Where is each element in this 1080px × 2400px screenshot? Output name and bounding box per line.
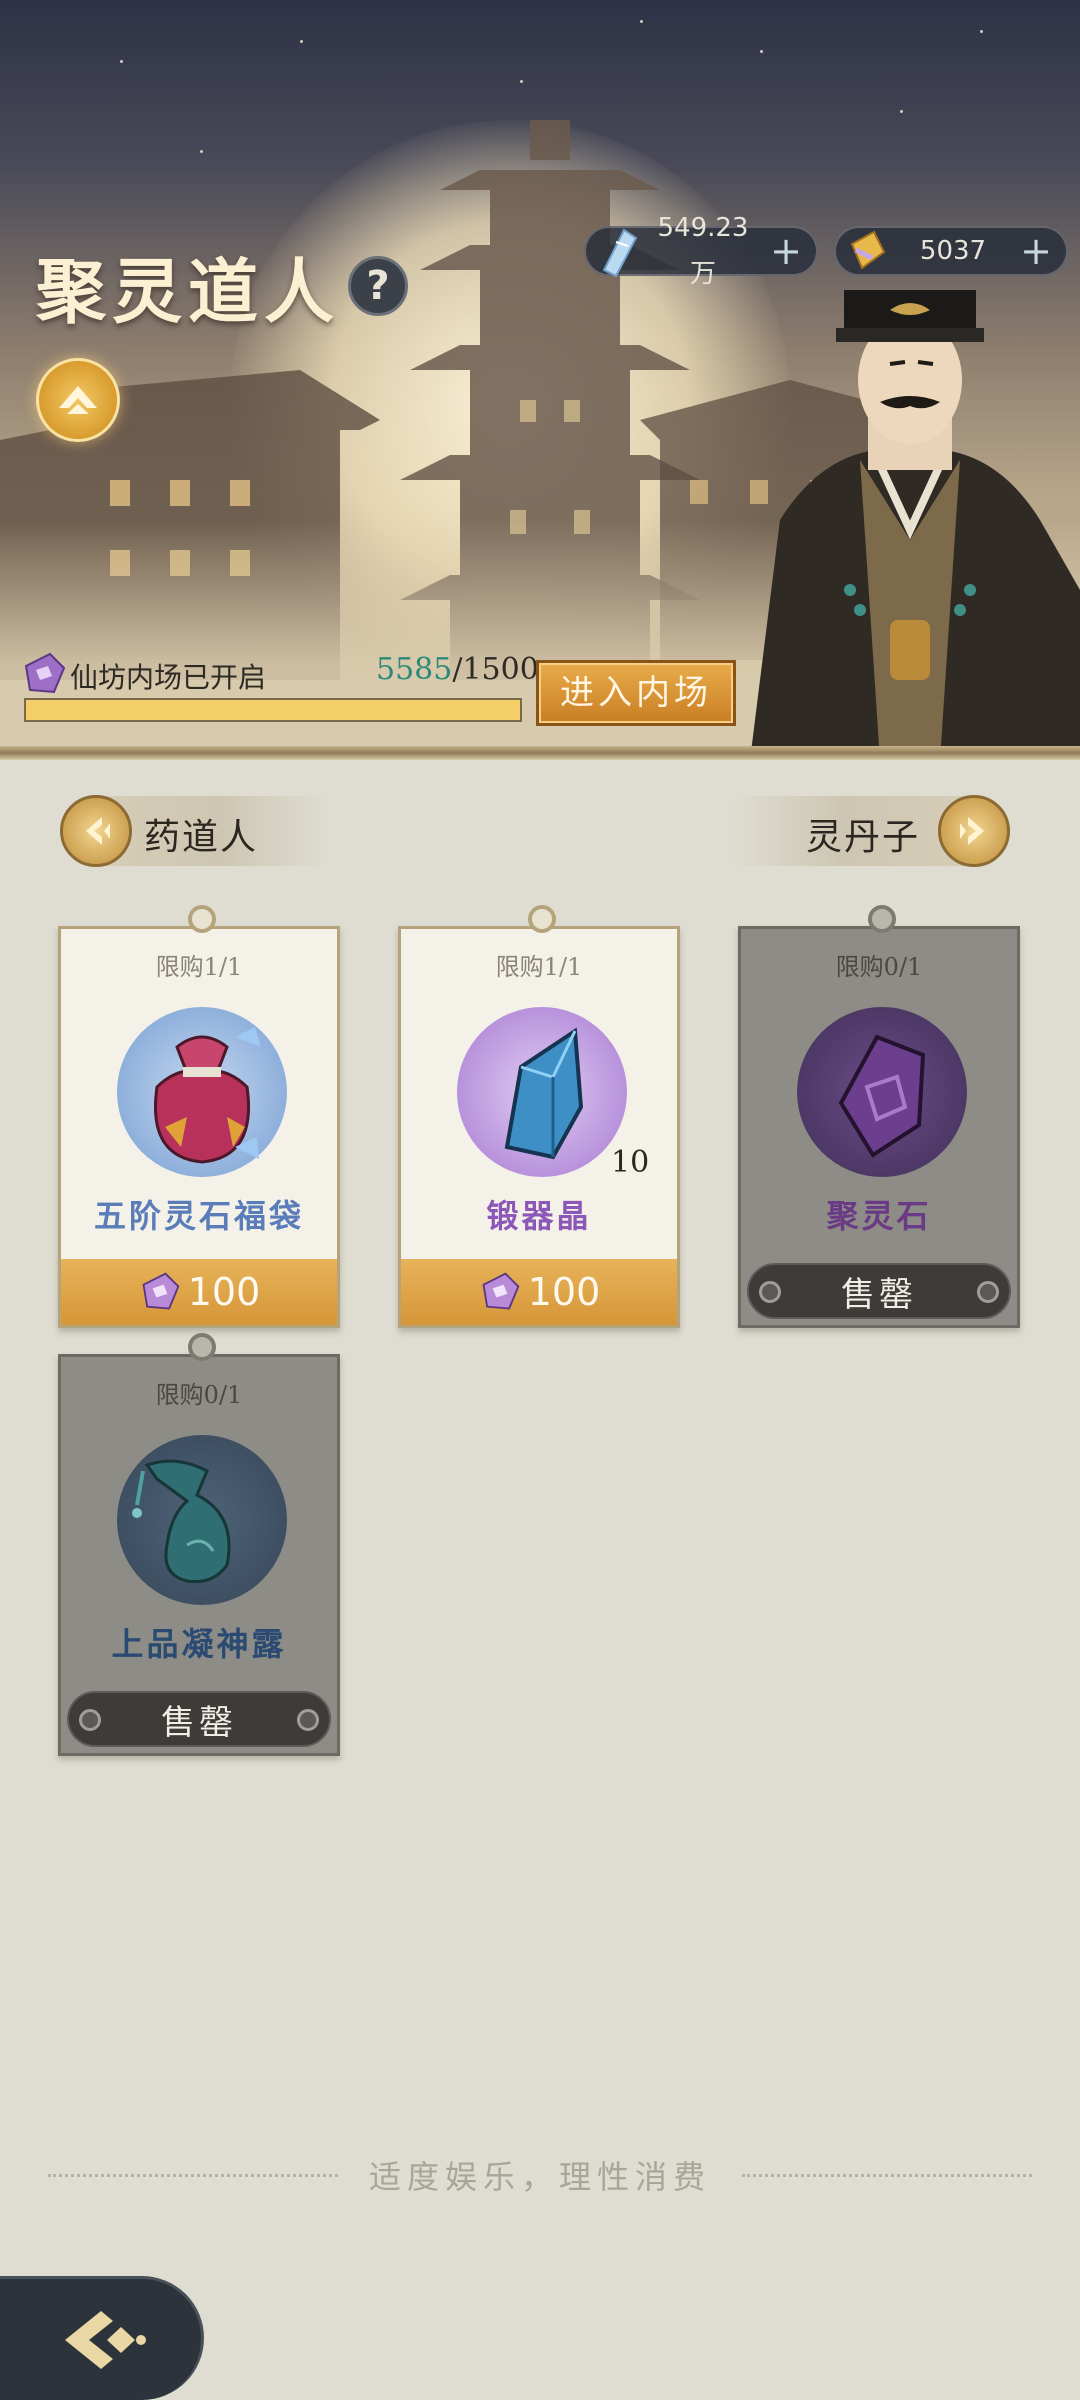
shop-item-card[interactable]: 限购1/1 五阶灵石福袋 100 (58, 905, 340, 1328)
collapse-button[interactable] (36, 358, 120, 442)
sold-out-badge: 售罄 (67, 1691, 331, 1747)
currency-value: 5037 (919, 236, 987, 266)
bar-ornament (297, 1709, 319, 1731)
arrow-left-icon (60, 795, 132, 867)
progress-fill (26, 700, 520, 720)
buy-button[interactable]: 100 (401, 1259, 677, 1325)
enter-inner-market-button[interactable]: 进入内场 (536, 660, 736, 726)
shop-item-card[interactable]: 限购0/1 上品凝神露 售罄 (58, 1333, 340, 1756)
progress-target: 1500 (462, 652, 539, 687)
bar-ornament (977, 1281, 999, 1303)
header-scene: 聚灵道人 ? 549.23万 + 5037 + 仙坊内场已开启 5585/150… (0, 0, 1080, 760)
item-price: 100 (527, 1270, 601, 1314)
spirit-crystal-icon (602, 228, 638, 278)
arrow-right-icon (938, 795, 1010, 867)
next-merchant-button[interactable]: 灵丹子 (730, 795, 1010, 867)
jade-vase-icon (132, 1459, 231, 1584)
footer-divider-right (742, 2174, 1032, 2177)
card-ring (188, 905, 216, 933)
purchase-limit: 限购0/1 (835, 953, 923, 981)
spirit-stone-icon (142, 1272, 180, 1310)
spirit-stone-icon (24, 652, 66, 694)
back-arrow-icon (64, 2310, 146, 2369)
item-price: 100 (187, 1270, 261, 1314)
bar-ornament (79, 1709, 101, 1731)
sold-out-label: 售罄 (841, 1274, 917, 1315)
card-ring (868, 905, 896, 933)
add-currency-button[interactable]: + (770, 232, 802, 270)
sold-out-badge: 售罄 (747, 1263, 1011, 1319)
purchase-limit: 限购1/1 (155, 953, 243, 981)
item-quantity: 10 (611, 1145, 650, 1180)
help-button[interactable]: ? (348, 256, 408, 316)
merchant-character-portrait (750, 290, 1080, 760)
shop-item-card[interactable]: 限购1/1 10 锻器晶 100 (398, 905, 680, 1328)
prev-merchant-button[interactable]: 药道人 (60, 795, 330, 867)
purchase-limit: 限购0/1 (155, 1381, 243, 1409)
progress-count: 5585/1500 (376, 652, 539, 687)
progress-current: 5585 (376, 652, 453, 687)
item-name: 五阶灵石福袋 (93, 1197, 304, 1235)
currency-value: 549.23万 (657, 213, 749, 289)
page-title: 聚灵道人 (36, 250, 340, 333)
buy-button[interactable]: 100 (61, 1259, 337, 1325)
item-name: 上品凝神露 (111, 1625, 287, 1663)
progress-separator: / (452, 652, 463, 687)
progress-label: 仙坊内场已开启 (70, 661, 267, 694)
purple-spirit-stone-icon (838, 1034, 926, 1158)
card-ring (188, 1333, 216, 1361)
lucky-bag-icon (154, 1027, 261, 1164)
next-merchant-label: 灵丹子 (805, 817, 920, 858)
shop-item-card[interactable]: 限购0/1 聚灵石 售罄 (738, 905, 1020, 1328)
blue-crystal-icon (504, 1027, 584, 1160)
prev-merchant-label: 药道人 (144, 817, 259, 858)
currency-gold-ingot: 5037 + (834, 226, 1068, 276)
item-name: 聚灵石 (826, 1197, 932, 1235)
progress-bar (24, 698, 522, 722)
currency-spirit-crystal: 549.23万 + (584, 213, 818, 289)
spirit-stone-icon (482, 1272, 520, 1310)
chevron-up-icon (59, 386, 97, 414)
bar-ornament (759, 1281, 781, 1303)
sold-out-label: 售罄 (161, 1702, 237, 1743)
item-name: 锻器晶 (486, 1197, 592, 1235)
header-divider (0, 746, 1080, 760)
gold-ingot-icon (850, 230, 886, 270)
purchase-limit: 限购1/1 (495, 953, 583, 981)
add-currency-button[interactable]: + (1020, 232, 1052, 270)
back-button[interactable] (0, 2276, 204, 2400)
card-ring (528, 905, 556, 933)
